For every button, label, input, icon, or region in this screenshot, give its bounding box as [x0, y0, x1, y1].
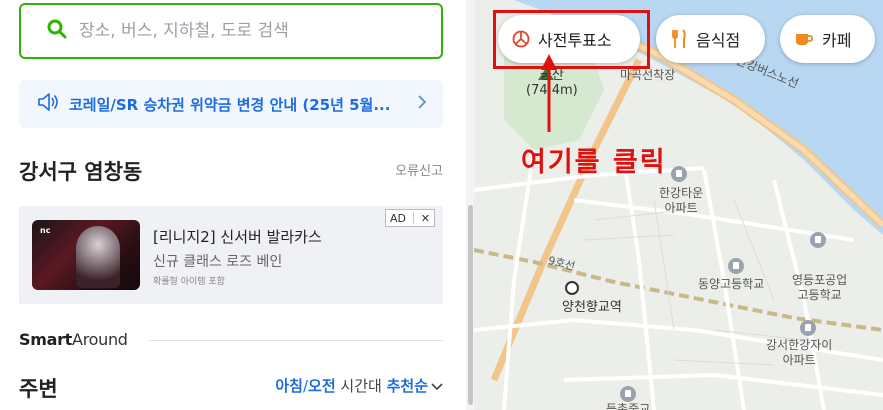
search-icon	[47, 19, 67, 43]
notice-text: 코레일/SR 승차권 위약금 변경 안내 (25년 5월...	[69, 95, 391, 114]
notice-banner[interactable]: 코레일/SR 승차권 위약금 변경 안내 (25년 5월...	[19, 80, 443, 128]
map-label-school1: 동양고등학교	[698, 277, 765, 291]
search-box[interactable]	[19, 3, 443, 59]
map-label-apt-hangang: 한강타운 아파트	[659, 186, 703, 216]
map-label-apt-gangseo: 강서한강자이 아파트	[766, 338, 832, 368]
apt-gangseo-line1: 강서한강자이	[766, 338, 833, 352]
school2-line1: 영등포공업	[792, 273, 848, 287]
cafe-chip[interactable]: 카페	[780, 15, 875, 63]
left-panel: 코레일/SR 승차권 위약금 변경 안내 (25년 5월... 강서구 염창동 …	[0, 0, 463, 410]
search-input[interactable]	[79, 21, 419, 41]
ad-title[interactable]: [리니지2] 신서버 발라카스	[153, 226, 322, 247]
highlight-box	[493, 10, 650, 69]
ad-character-image	[76, 226, 120, 288]
smart-around-bold: Smart	[19, 330, 73, 349]
speaker-icon	[37, 92, 59, 116]
region-title: 강서구 염창동	[19, 160, 143, 184]
smart-around-logo: SmartAround	[19, 330, 128, 349]
restaurant-chip[interactable]: 음식점	[656, 15, 765, 63]
apartment-icon-2	[800, 320, 816, 336]
panel-scrollbar-thumb[interactable]	[468, 205, 473, 405]
ad-badge: AD ✕	[385, 209, 435, 227]
report-error-link[interactable]: 오류신고	[395, 160, 443, 179]
coffee-cup-icon	[794, 31, 814, 47]
ad-thumb-brand: nc	[40, 226, 51, 235]
chevron-right-icon	[417, 94, 427, 114]
ad-badge-divider	[412, 212, 414, 224]
restaurant-chip-label: 음식점	[696, 31, 741, 50]
chevron-down-icon	[431, 381, 443, 391]
section-divider	[148, 340, 443, 341]
map-label-station: 양천향교역	[562, 300, 622, 315]
apt-hangang-line2: 아파트	[664, 201, 698, 215]
smart-around-rest: Around	[72, 330, 128, 349]
school2-line2: 고등학교	[797, 288, 842, 302]
map-label-dock: 마곡선착장	[620, 68, 676, 82]
ad-card[interactable]: nc [리니지2] 신서버 발라카스 신규 클래스 로즈 베인 확률형 아이템 …	[19, 206, 443, 304]
apt-hangang-line1: 한강타운	[659, 186, 704, 200]
apartment-icon	[671, 166, 687, 182]
ad-label: AD	[390, 211, 406, 225]
time-am[interactable]: 오전	[308, 375, 336, 396]
time-morning[interactable]: 아침	[275, 375, 303, 396]
ad-thumbnail[interactable]: nc	[32, 220, 140, 290]
time-sort-dropdown[interactable]: 아침 / 오전 시간대 추천순	[275, 375, 443, 396]
apt-gangseo-line2: 아파트	[782, 353, 816, 367]
school-icon-3	[620, 386, 636, 402]
sort-label[interactable]: 추천순	[387, 375, 428, 396]
ad-subtitle: 신규 클래스 로즈 베인	[153, 254, 283, 270]
school-icon-2	[810, 232, 826, 248]
annotation-text: 여기를 클릭	[521, 147, 667, 178]
nearby-title: 주변	[19, 377, 58, 401]
ad-close-icon[interactable]: ✕	[421, 212, 430, 225]
map-label-bottom: 등촌중교	[606, 402, 651, 410]
annotation-arrow	[541, 54, 557, 132]
school-icon	[728, 258, 744, 274]
fork-knife-icon	[670, 29, 688, 49]
ad-note: 확률형 아이템 포함	[153, 277, 225, 287]
time-suffix: 시간대	[335, 377, 387, 395]
cafe-chip-label: 카페	[822, 31, 852, 50]
map-label-school2: 영등포공업 고등학교	[792, 273, 847, 303]
